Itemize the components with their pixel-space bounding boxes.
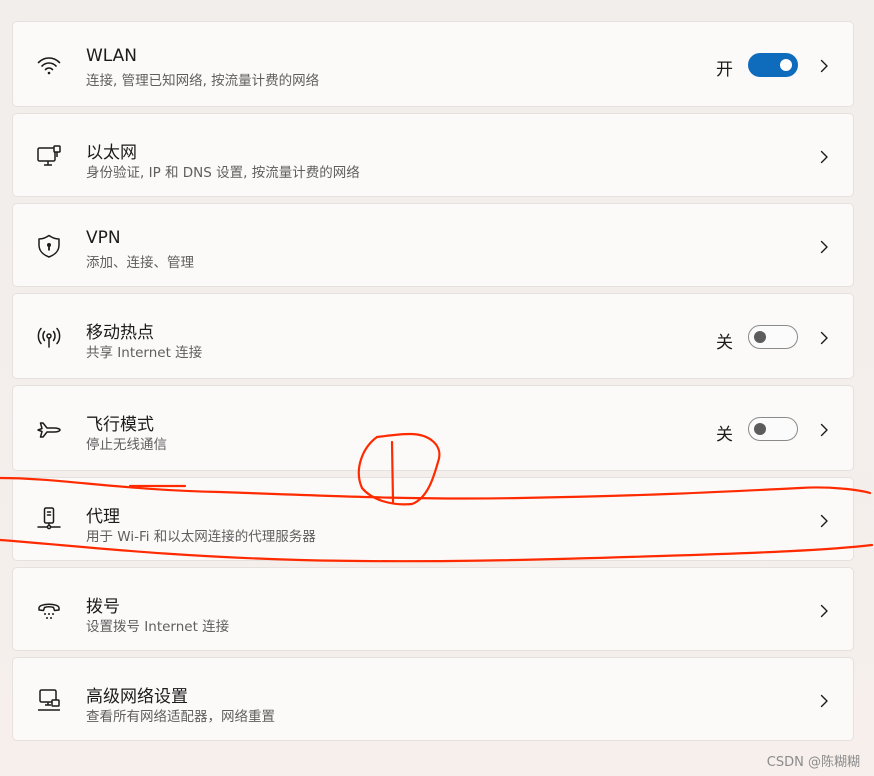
dialup-icon bbox=[35, 596, 63, 624]
setting-card-proxy[interactable]: 代理 用于 Wi-Fi 和以太网连接的代理服务器 bbox=[12, 477, 854, 561]
setting-subtitle: 设置拨号 Internet 连接 bbox=[86, 619, 230, 635]
setting-card-airplane[interactable]: 飞行模式 停止无线通信 关 bbox=[12, 385, 854, 471]
setting-card-wlan[interactable]: WLAN 连接, 管理已知网络, 按流量计费的网络 开 bbox=[12, 21, 854, 107]
ethernet-icon bbox=[35, 142, 63, 170]
airplane-icon bbox=[35, 416, 63, 444]
toggle-state-label: 关 bbox=[716, 333, 733, 353]
toggle-knob bbox=[780, 59, 792, 71]
setting-title: WLAN bbox=[86, 46, 138, 66]
setting-title: 代理 bbox=[86, 507, 120, 527]
setting-subtitle: 用于 Wi-Fi 和以太网连接的代理服务器 bbox=[86, 529, 316, 545]
setting-card-advanced[interactable]: 高级网络设置 查看所有网络适配器，网络重置 bbox=[12, 657, 854, 741]
wifi-icon bbox=[35, 51, 63, 79]
setting-subtitle: 添加、连接、管理 bbox=[86, 255, 194, 271]
setting-subtitle: 查看所有网络适配器，网络重置 bbox=[86, 709, 275, 725]
chevron-right-icon bbox=[817, 422, 831, 437]
setting-card-dialup[interactable]: 拨号 设置拨号 Internet 连接 bbox=[12, 567, 854, 651]
toggle-state-label: 开 bbox=[716, 60, 733, 80]
setting-subtitle: 停止无线通信 bbox=[86, 437, 167, 453]
chevron-right-icon bbox=[817, 149, 831, 164]
computer-network-icon bbox=[35, 686, 63, 714]
shield-icon bbox=[35, 232, 63, 260]
setting-subtitle: 身份验证, IP 和 DNS 设置, 按流量计费的网络 bbox=[86, 165, 360, 181]
hotspot-icon bbox=[35, 323, 63, 351]
setting-subtitle: 连接, 管理已知网络, 按流量计费的网络 bbox=[86, 73, 320, 89]
setting-title: 飞行模式 bbox=[86, 415, 154, 435]
hotspot-toggle[interactable] bbox=[748, 325, 798, 349]
toggle-state-label: 关 bbox=[716, 425, 733, 445]
chevron-right-icon bbox=[817, 58, 831, 73]
setting-title: VPN bbox=[86, 228, 121, 248]
setting-card-hotspot[interactable]: 移动热点 共享 Internet 连接 关 bbox=[12, 293, 854, 379]
setting-card-vpn[interactable]: VPN 添加、连接、管理 bbox=[12, 203, 854, 287]
setting-title: 高级网络设置 bbox=[86, 687, 188, 707]
watermark-text: CSDN @陈糊糊 bbox=[766, 755, 860, 770]
network-settings-page: WLAN 连接, 管理已知网络, 按流量计费的网络 开 以太网 身份验证, IP… bbox=[0, 0, 874, 776]
chevron-right-icon bbox=[817, 330, 831, 345]
chevron-right-icon bbox=[817, 513, 831, 528]
setting-subtitle: 共享 Internet 连接 bbox=[86, 345, 203, 361]
toggle-knob bbox=[754, 423, 766, 435]
chevron-right-icon bbox=[817, 239, 831, 254]
setting-title: 移动热点 bbox=[86, 323, 154, 343]
setting-title: 拨号 bbox=[86, 597, 120, 617]
toggle-knob bbox=[754, 331, 766, 343]
airplane-toggle[interactable] bbox=[748, 417, 798, 441]
proxy-icon bbox=[35, 505, 63, 533]
setting-title: 以太网 bbox=[86, 143, 137, 163]
wlan-toggle[interactable] bbox=[748, 53, 798, 77]
chevron-right-icon bbox=[817, 693, 831, 708]
chevron-right-icon bbox=[817, 603, 831, 618]
setting-card-ethernet[interactable]: 以太网 身份验证, IP 和 DNS 设置, 按流量计费的网络 bbox=[12, 113, 854, 197]
